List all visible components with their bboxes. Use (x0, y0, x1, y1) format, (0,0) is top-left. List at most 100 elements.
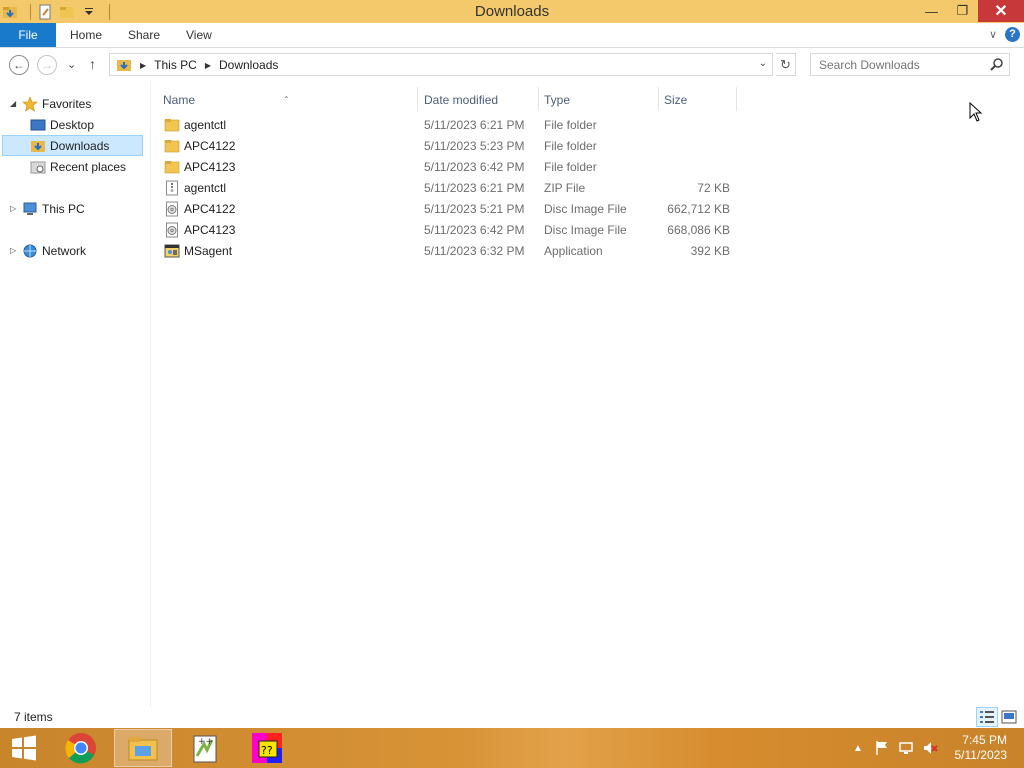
nav-recent-places-label: Recent places (50, 159, 127, 174)
address-bar[interactable]: ▶ This PC ▶ Downloads ⌄ (109, 53, 773, 76)
action-center-flag-icon[interactable] (874, 740, 890, 756)
close-button[interactable]: ✕ (978, 0, 1024, 22)
nav-downloads[interactable]: Downloads (2, 135, 143, 156)
window-title: Downloads (474, 3, 550, 20)
recent-locations-icon[interactable]: ⌄ (67, 58, 76, 71)
expand-arrow-icon[interactable]: ▷ (10, 246, 16, 255)
nav-favorites-label: Favorites (42, 96, 92, 111)
nav-this-pc[interactable]: ▷ This PC (8, 198, 85, 219)
nav-this-pc-label: This PC (42, 201, 85, 216)
unknown-app-icon[interactable]: ?? (238, 729, 296, 767)
search-input[interactable] (810, 53, 1010, 76)
show-hidden-icons-button[interactable]: ▲ (850, 740, 866, 756)
nav-network-label: Network (42, 243, 87, 258)
nav-downloads-label: Downloads (50, 138, 110, 153)
clock-date: 5/11/2023 (954, 748, 1008, 762)
disc-image-icon (164, 201, 180, 217)
file-size: 392 KB (690, 244, 730, 258)
file-row[interactable]: agentctl 5/11/2023 6:21 PM ZIP File 72 KB (153, 178, 743, 199)
clock[interactable]: 7:45 PM 5/11/2023 (955, 733, 1008, 763)
file-date-modified: 5/11/2023 5:21 PM (424, 202, 525, 216)
start-button[interactable] (0, 728, 48, 768)
column-header-size[interactable]: Size (654, 87, 736, 113)
tab-home[interactable]: Home (70, 23, 102, 47)
svg-text:++: ++ (198, 737, 213, 747)
file-row[interactable]: agentctl 5/11/2023 6:21 PM File folder (153, 115, 743, 136)
file-type: Disc Image File (544, 202, 627, 216)
large-icons-view-icon (1001, 710, 1017, 724)
downloads-location-icon (116, 57, 132, 73)
file-type: Disc Image File (544, 223, 627, 237)
help-icon[interactable]: ? (1005, 27, 1020, 42)
file-type: File folder (544, 139, 597, 153)
file-row[interactable]: APC4122 5/11/2023 5:23 PM File folder (153, 136, 743, 157)
file-date-modified: 5/11/2023 6:21 PM (424, 181, 525, 195)
downloads-folder-icon (30, 138, 46, 154)
file-name: agentctl (184, 181, 227, 195)
details-view-button[interactable] (976, 707, 998, 727)
file-row[interactable]: APC4122 5/11/2023 5:21 PM Disc Image File 6… (153, 199, 743, 220)
volume-muted-icon[interactable] (922, 740, 938, 756)
folder-icon (164, 117, 180, 133)
windows-logo-icon (12, 735, 36, 761)
back-button[interactable]: ← (9, 55, 29, 75)
nav-recent-places[interactable]: Recent places (30, 156, 126, 177)
file-size: 72 KB (697, 181, 730, 195)
file-row[interactable]: APC4123 5/11/2023 6:42 PM File folder (153, 157, 743, 178)
nav-network[interactable]: ▷ Network (8, 240, 86, 261)
network-status-icon[interactable] (898, 740, 914, 756)
nav-favorites[interactable]: ◢ Favorites (8, 93, 91, 114)
breadcrumb-downloads[interactable]: Downloads (219, 58, 278, 72)
expand-ribbon-icon[interactable]: ∨ (989, 28, 997, 41)
folder-icon (164, 138, 180, 154)
address-dropdown-icon[interactable]: ⌄ (759, 58, 767, 69)
details-view-icon (980, 711, 994, 723)
file-explorer-icon[interactable] (114, 729, 172, 767)
large-icons-view-button[interactable] (998, 707, 1020, 727)
breadcrumb-separator-icon[interactable]: ▶ (140, 61, 146, 70)
chrome-icon[interactable] (52, 729, 110, 767)
file-row[interactable]: APC4123 5/11/2023 6:42 PM Disc Image File 6… (153, 220, 743, 241)
file-type: File folder (544, 160, 597, 174)
folder-icon (164, 159, 180, 175)
minimize-button[interactable]: — (916, 0, 947, 22)
file-date-modified: 5/11/2023 6:42 PM (424, 223, 525, 237)
tab-share[interactable]: Share (128, 23, 160, 47)
collapse-arrow-icon[interactable]: ◢ (10, 99, 16, 108)
restore-button[interactable]: ❐ (947, 0, 978, 22)
file-row[interactable]: MSagent 5/11/2023 6:32 PM Application 392 K… (153, 241, 743, 262)
forward-button[interactable]: → (37, 55, 57, 75)
file-name: MSagent (184, 244, 233, 258)
system-tray: ▲ (850, 728, 938, 768)
file-date-modified: 5/11/2023 6:21 PM (424, 118, 525, 132)
column-header-date-modified[interactable]: Date modified (414, 87, 538, 113)
status-bar: 7 items (0, 707, 1024, 728)
navigation-bar: ← → ⌄ ↑ ▶ This PC ▶ Downloads ⌄ ↻ (0, 48, 1024, 83)
search-icon[interactable] (990, 57, 1004, 71)
mouse-cursor (969, 101, 983, 122)
title-bar: Downloads — ❐ ✕ (0, 0, 1024, 23)
file-size: 662,712 KB (667, 202, 730, 216)
taskbar: ++ ?? ▲ 7:45 PM 5/11/2023 (0, 728, 1024, 768)
file-name: APC4122 (184, 202, 236, 216)
file-date-modified: 5/11/2023 6:42 PM (424, 160, 525, 174)
refresh-button[interactable]: ↻ (776, 53, 796, 76)
desktop-icon (30, 117, 46, 133)
breadcrumb-this-pc[interactable]: This PC (154, 58, 197, 72)
network-icon (22, 243, 38, 259)
expand-arrow-icon[interactable]: ▷ (10, 204, 16, 213)
tab-view[interactable]: View (186, 23, 212, 47)
nav-desktop[interactable]: Desktop (30, 114, 94, 135)
column-divider[interactable] (736, 87, 737, 111)
breadcrumb-separator-icon[interactable]: ▶ (205, 61, 211, 70)
tab-file[interactable]: File (0, 23, 56, 47)
application-icon (164, 243, 180, 259)
notepad-plus-plus-icon[interactable]: ++ (176, 729, 234, 767)
file-list: Name ⌃ Date modified Type Size agentctl 5… (153, 83, 1024, 707)
nav-desktop-label: Desktop (50, 117, 95, 132)
pane-splitter[interactable] (150, 83, 151, 707)
up-button[interactable]: ↑ (89, 56, 96, 72)
svg-text:??: ?? (261, 744, 273, 757)
column-header-type[interactable]: Type (534, 87, 658, 113)
column-header-name[interactable]: Name ⌃ (153, 87, 417, 113)
